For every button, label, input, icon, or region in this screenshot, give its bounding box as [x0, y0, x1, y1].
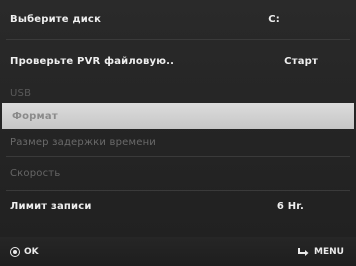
menu-item-speed: Скорость	[0, 157, 356, 190]
menu-item-label: Размер задержки времени	[10, 137, 157, 148]
menu-item-label: Скорость	[10, 168, 61, 179]
menu-item-timeshift-size: Размер задержки времени	[0, 129, 356, 156]
menu-item-record-limit[interactable]: Лимит записи 6 Hr.	[0, 191, 356, 222]
footer-bar: OK MENU	[0, 237, 356, 266]
ok-circle-icon	[10, 246, 20, 257]
menu-item-usb: USB	[0, 83, 356, 103]
menu-item-format[interactable]: Формат	[2, 103, 354, 129]
menu-item-check-pvr-filesystem[interactable]: Проверьте PVR файловую.. Старт	[0, 40, 356, 83]
return-arrow-icon	[298, 247, 309, 256]
menu-item-label: Проверьте PVR файловую..	[10, 56, 175, 67]
menu-item-label: USB	[10, 87, 32, 99]
menu-item-label: Выберите диск	[10, 14, 102, 25]
ok-button[interactable]: OK	[10, 246, 39, 257]
settings-menu: Выберите диск C: Проверьте PVR файловую.…	[0, 0, 356, 222]
pvr-settings-screen: Выберите диск C: Проверьте PVR файловую.…	[0, 0, 356, 266]
menu-item-value: C:	[268, 14, 280, 25]
menu-button[interactable]: MENU	[298, 247, 344, 257]
menu-item-value: 6 Hr.	[276, 201, 304, 212]
menu-item-select-disk[interactable]: Выберите диск C:	[0, 0, 356, 39]
ok-label: OK	[24, 246, 39, 257]
menu-item-value: Старт	[284, 56, 318, 67]
menu-label: MENU	[314, 246, 344, 257]
menu-item-label: Лимит записи	[10, 201, 92, 212]
menu-item-label: Формат	[12, 110, 58, 122]
